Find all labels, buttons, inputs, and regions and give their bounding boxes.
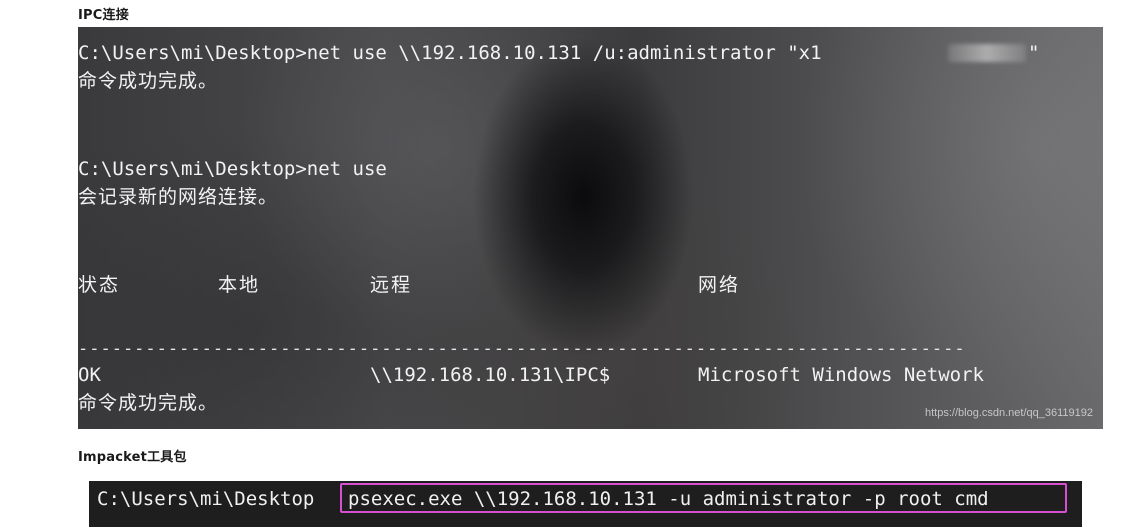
command-prompt: C:\Users\mi\Desktop — [97, 488, 315, 510]
command-net-use-connect: C:\Users\mi\Desktop>net use \\192.168.10… — [78, 42, 822, 64]
watermark-url: https://blog.csdn.net/qq_36119192 — [925, 407, 1093, 419]
separator-line: ----------------------------------------… — [78, 339, 966, 359]
success-message-2: 命令成功完成。 — [78, 392, 219, 414]
column-header-local: 本地 — [218, 274, 261, 296]
column-header-remote: 远程 — [370, 274, 413, 296]
column-header-status: 状态 — [78, 274, 121, 296]
row-network-value: Microsoft Windows Network — [698, 364, 984, 386]
success-message-1: 命令成功完成。 — [78, 70, 219, 92]
terminal-screenshot-ipc: C:\Users\mi\Desktop>net use \\192.168.10… — [78, 27, 1103, 429]
heading-ipc-connection: IPC连接 — [78, 8, 129, 23]
page: IPC连接 C:\Users\mi\Desktop>net use \\192.… — [0, 0, 1142, 527]
command-psexec: psexec.exe \\192.168.10.131 -u administr… — [348, 488, 989, 510]
column-header-network: 网络 — [698, 274, 741, 296]
command-quote-end: " — [1028, 42, 1040, 64]
heading-impacket-toolkit: Impacket工具包 — [78, 450, 187, 465]
command-net-use-list: C:\Users\mi\Desktop>net use — [78, 158, 387, 180]
row-status-value: OK — [78, 364, 101, 386]
row-remote-value: \\192.168.10.131\IPC$ — [370, 364, 611, 386]
new-connections-message: 会记录新的网络连接。 — [78, 186, 279, 208]
redacted-password — [948, 44, 1026, 62]
terminal-screenshot-psexec: C:\Users\mi\Desktop psexec.exe \\192.168… — [89, 481, 1082, 527]
